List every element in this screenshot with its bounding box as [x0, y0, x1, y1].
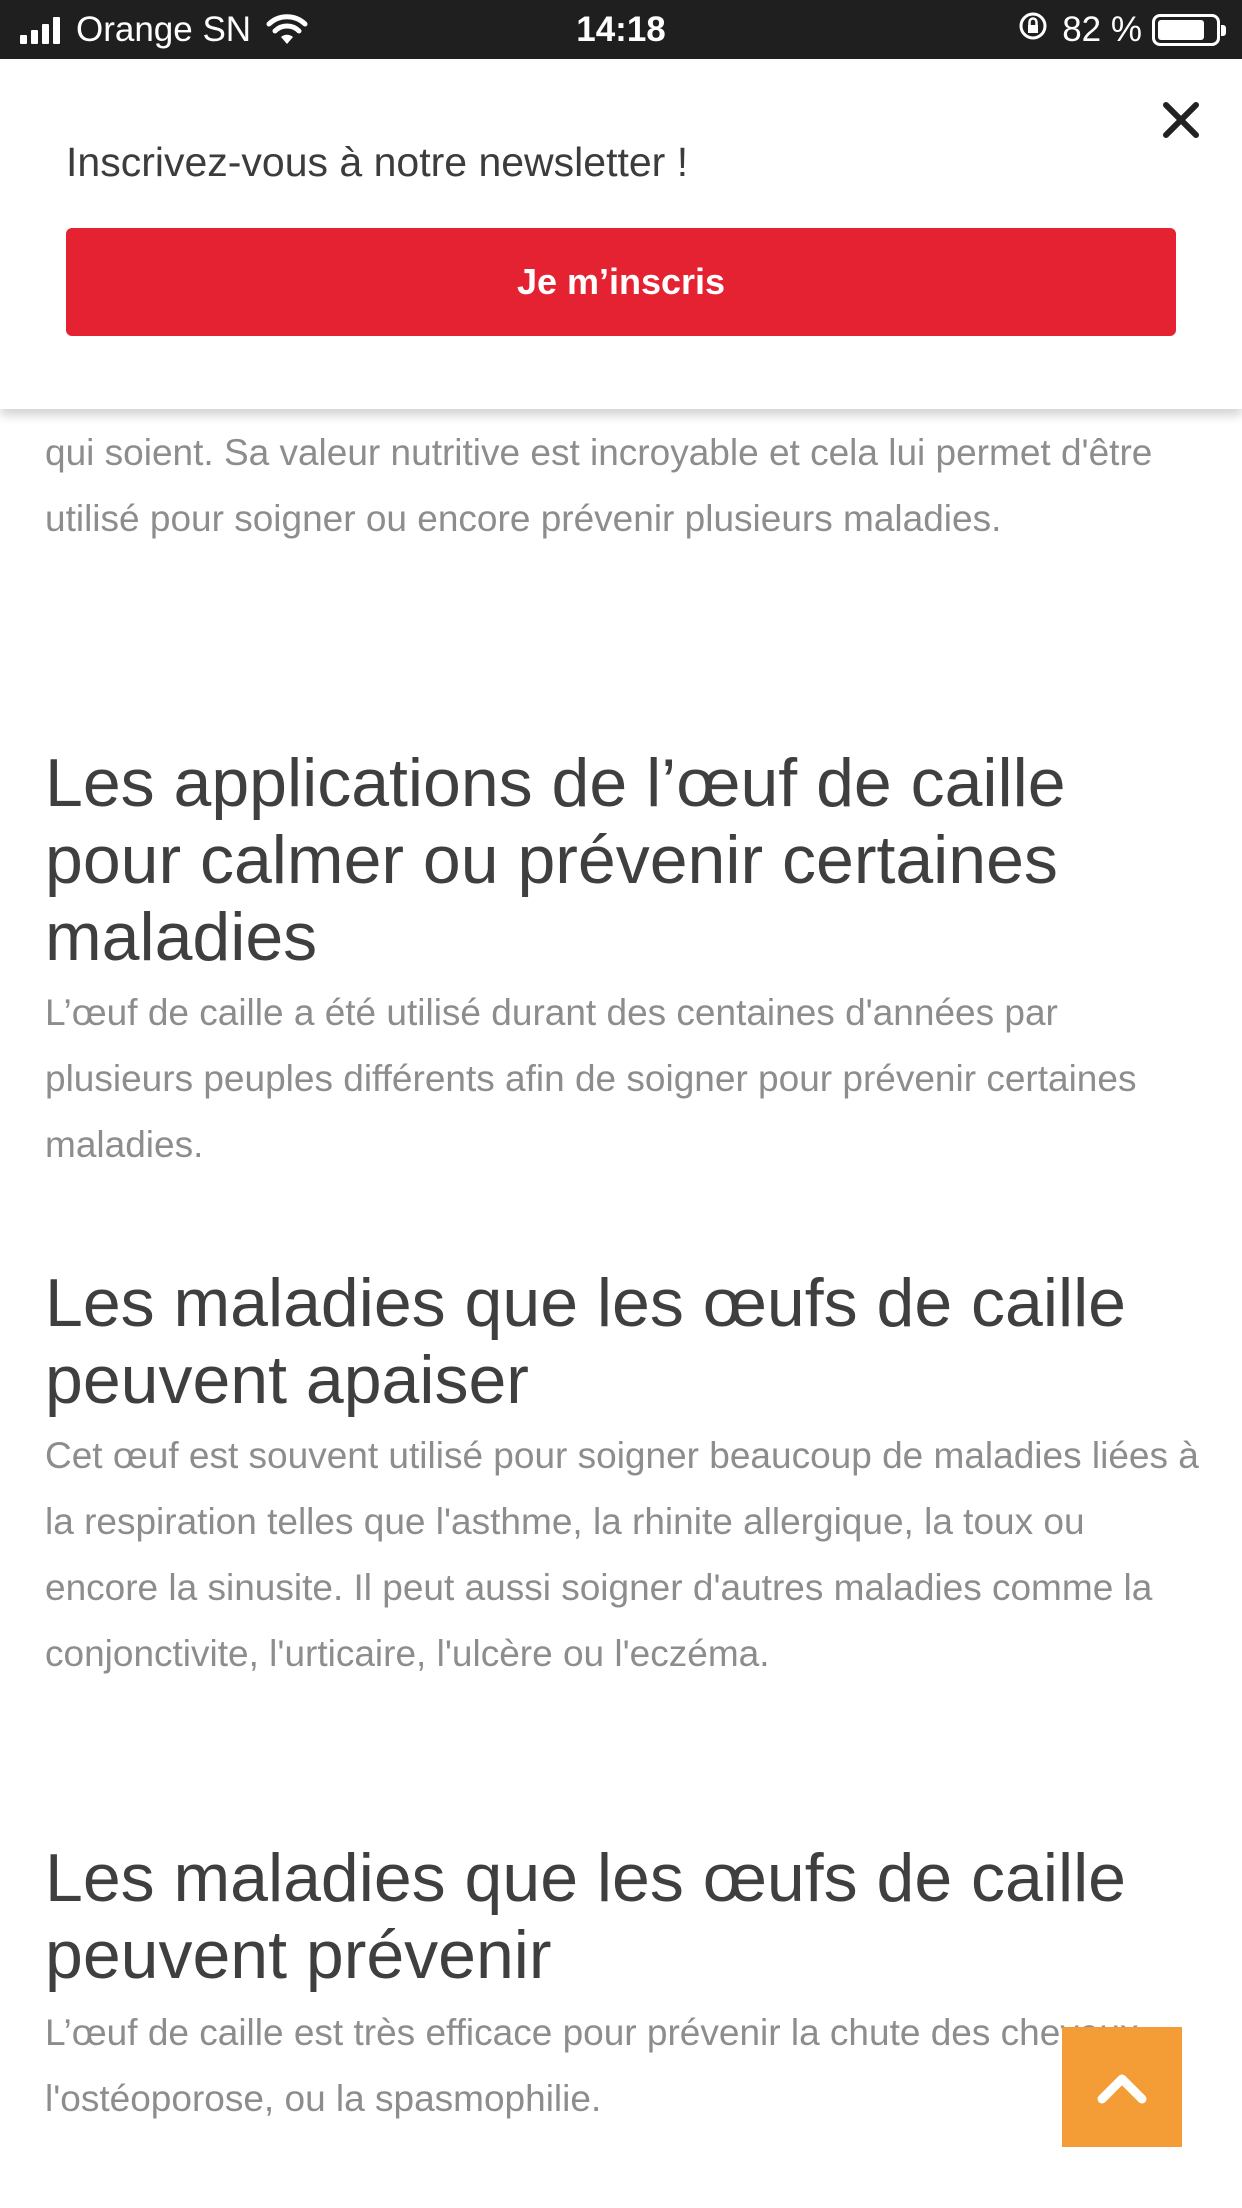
battery-percent: 82 % [1062, 10, 1142, 49]
newsletter-text: Inscrivez-vous à notre newsletter ! [66, 139, 689, 185]
battery-icon [1152, 14, 1226, 46]
close-icon[interactable] [1156, 95, 1206, 145]
back-to-top-button[interactable] [1062, 2027, 1182, 2147]
section-heading-applications: Les applications de l’œuf de caille pour… [45, 745, 1066, 975]
chevron-up-icon [1097, 2074, 1147, 2104]
intro-paragraph: qui soient. Sa valeur nutritive est incr… [45, 432, 1153, 539]
section-paragraph-prevenir: L’œuf de caille est très efficace pour p… [45, 2012, 1149, 2119]
section-heading-apaiser: Les maladies que les œufs de caille peuv… [45, 1265, 1126, 1418]
section-paragraph-apaiser: Cet œuf est souvent utilisé pour soigner… [45, 1435, 1199, 1674]
status-bar: Orange SN 14:18 82 % [0, 0, 1242, 59]
newsletter-banner: Inscrivez-vous à notre newsletter ! Je m… [0, 59, 1242, 409]
section-heading-prevenir: Les maladies que les œufs de caille peuv… [45, 1840, 1126, 1993]
rotation-lock-icon [1018, 10, 1048, 50]
section-paragraph-applications: L’œuf de caille a été utilisé durant des… [45, 992, 1137, 1165]
subscribe-button[interactable]: Je m’inscris [66, 228, 1176, 336]
